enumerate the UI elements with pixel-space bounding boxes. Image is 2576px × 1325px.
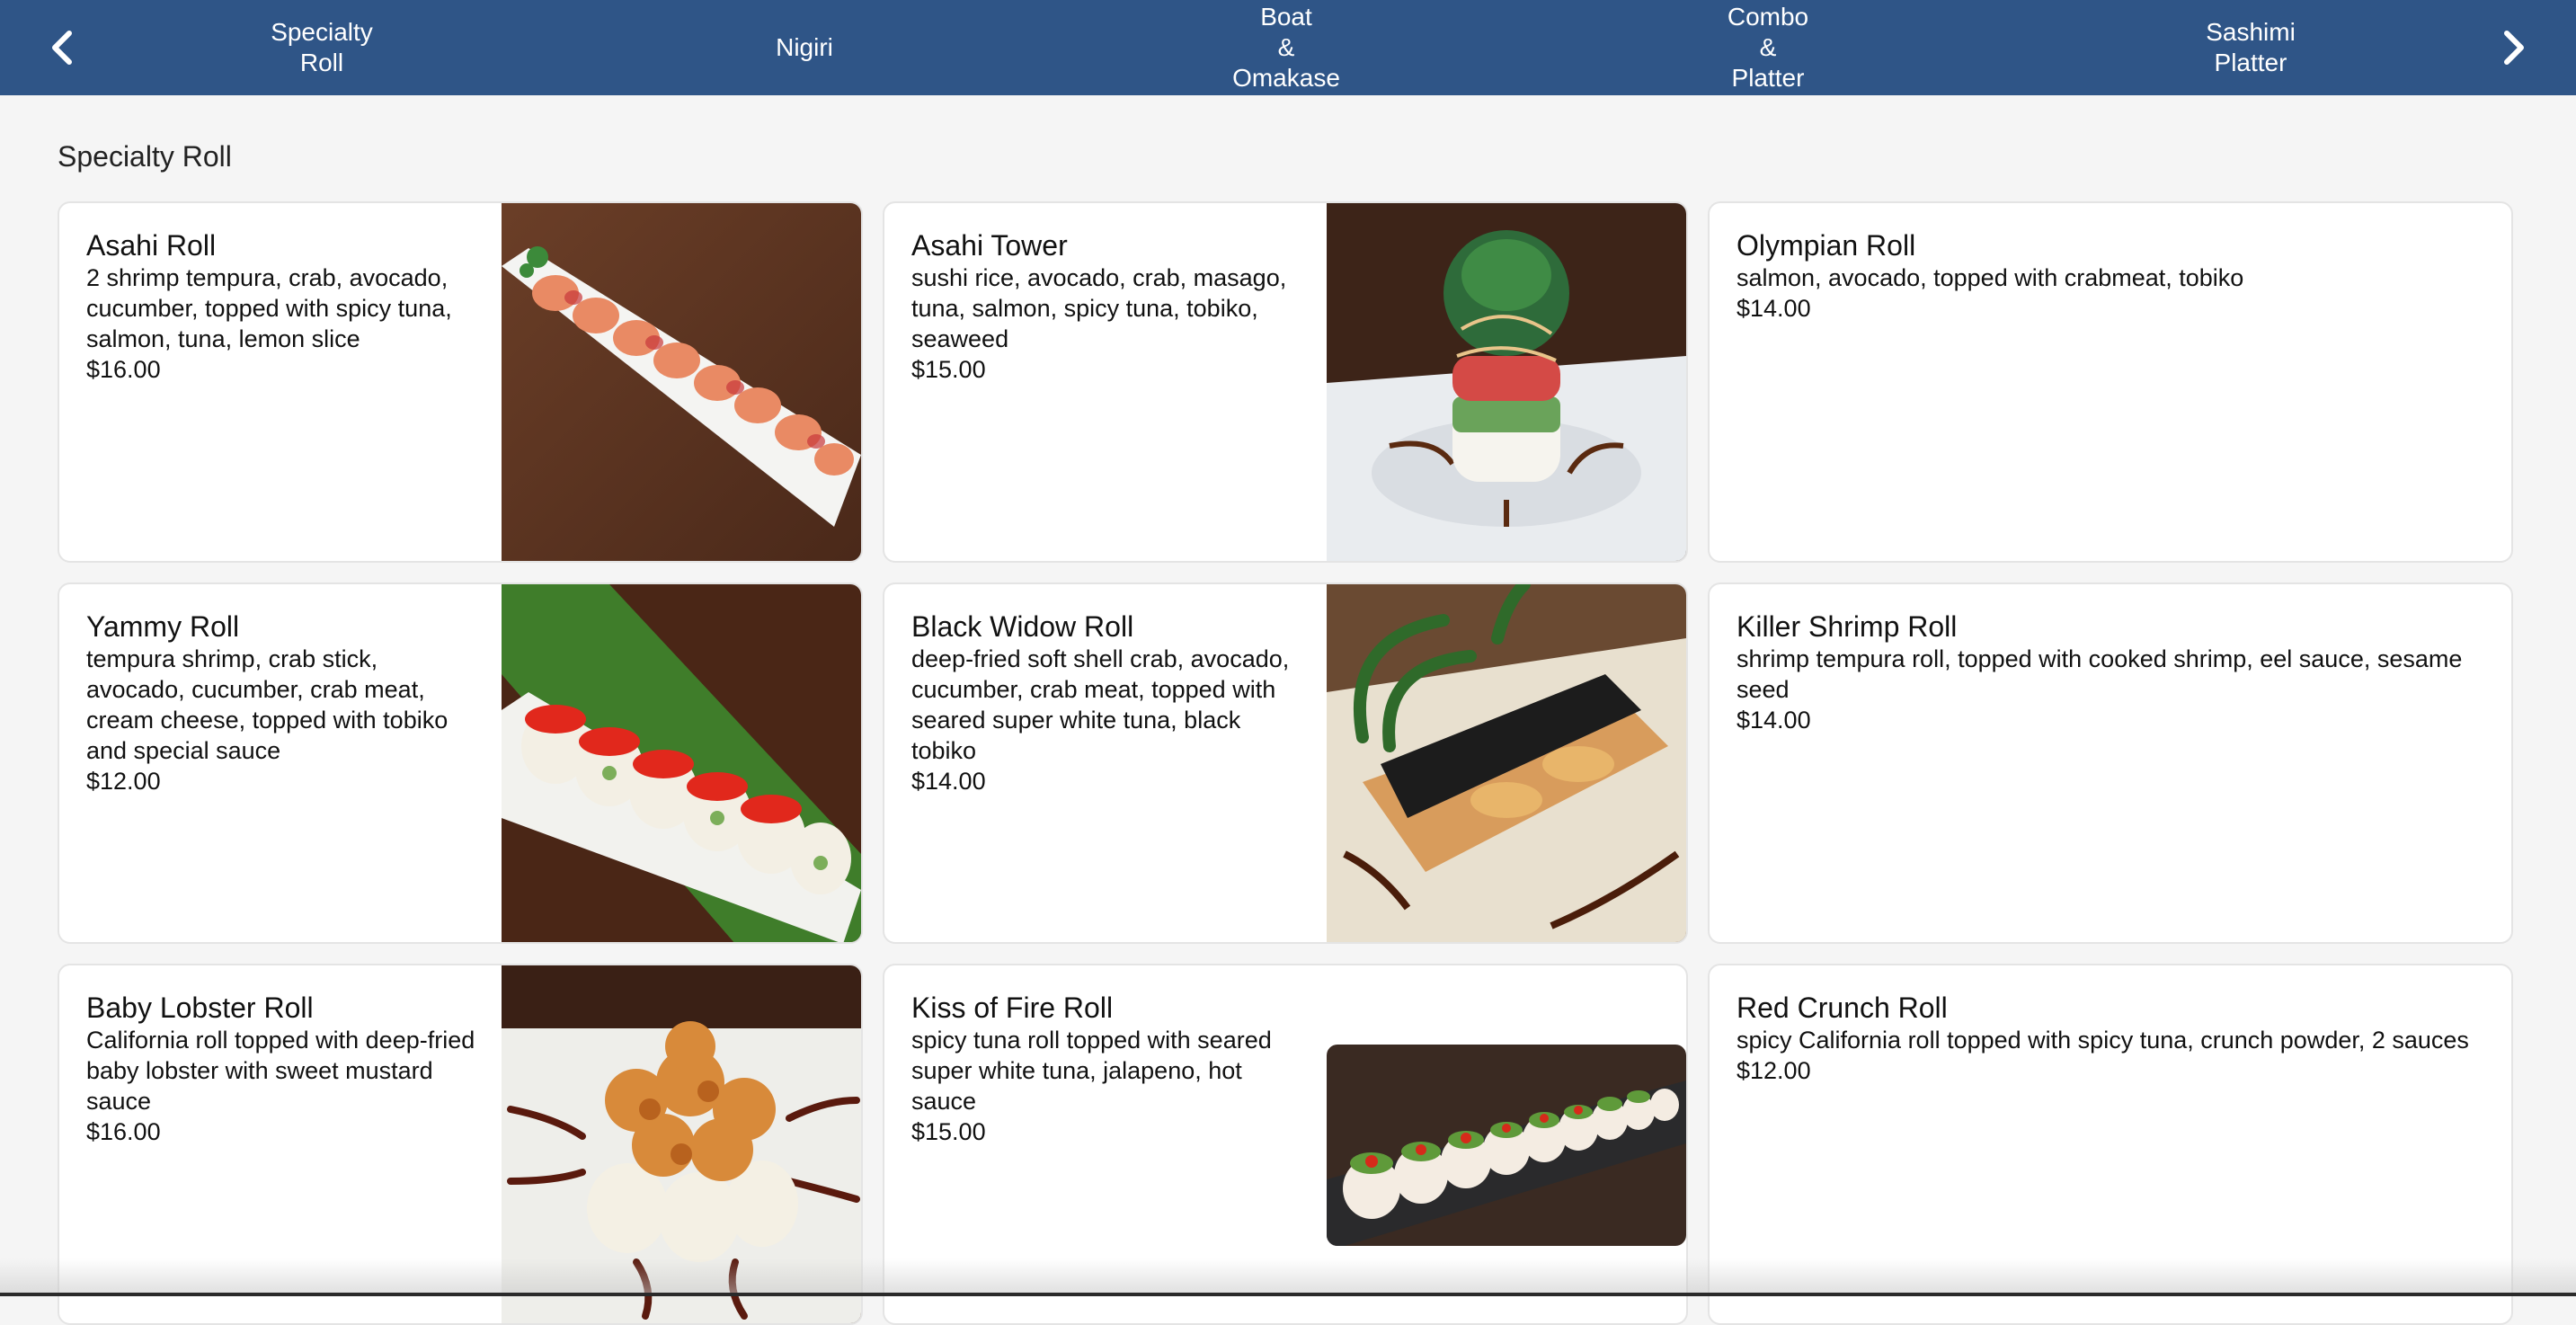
menu-item-card[interactable]: Black Widow Roll deep-fried soft shell c… xyxy=(883,582,1688,944)
chevron-left-icon xyxy=(52,31,72,65)
asahi-roll-photo xyxy=(502,203,861,561)
item-name: Asahi Roll xyxy=(86,229,217,262)
item-description: California roll topped with deep-fried b… xyxy=(86,1027,475,1115)
tab-boat-omakase[interactable]: Boat & Omakase xyxy=(1151,0,1421,95)
item-price: $12.00 xyxy=(1737,1057,1811,1084)
menu-item-card[interactable]: Yammy Roll tempura shrimp, crab stick, a… xyxy=(58,582,863,944)
item-description: spicy California roll topped with spicy … xyxy=(1737,1027,2469,1054)
item-description: shrimp tempura roll, topped with cooked … xyxy=(1737,645,2463,703)
tab-nigiri[interactable]: Nigiri xyxy=(670,0,939,95)
menu-item-card[interactable]: Asahi Tower sushi rice, avocado, crab, m… xyxy=(883,201,1688,563)
yammy-roll-photo xyxy=(502,584,861,942)
menu-item-card[interactable]: Red Crunch Roll spicy California roll to… xyxy=(1708,964,2513,1325)
chevron-right-icon xyxy=(2504,31,2524,65)
item-price: $14.00 xyxy=(911,768,986,795)
section-title: Specialty Roll xyxy=(58,140,232,173)
item-name: Olympian Roll xyxy=(1737,229,1916,262)
category-tabs: Specialty Roll Nigiri Boat & Omakase Com… xyxy=(126,0,2450,95)
item-price: $15.00 xyxy=(911,356,986,383)
nav-next-button[interactable] xyxy=(2450,0,2576,95)
menu-item-card[interactable]: Kiss of Fire Roll spicy tuna roll topped… xyxy=(883,964,1688,1325)
item-description: tempura shrimp, crab stick, avocado, cuc… xyxy=(86,645,449,764)
tab-sashimi-platter[interactable]: Sashimi Platter xyxy=(2116,0,2385,95)
nav-prev-button[interactable] xyxy=(0,0,126,95)
item-description: sushi rice, avocado, crab, masago, tuna,… xyxy=(911,264,1287,352)
item-name: Red Crunch Roll xyxy=(1737,992,1948,1024)
item-price: $15.00 xyxy=(911,1118,986,1145)
menu-item-card[interactable]: Asahi Roll 2 shrimp tempura, crab, avoca… xyxy=(58,201,863,563)
tab-combo-platter[interactable]: Combo & Platter xyxy=(1633,0,1903,95)
item-description: deep-fried soft shell crab, avocado, cuc… xyxy=(911,645,1290,764)
baby-lobster-roll-photo xyxy=(502,965,861,1323)
kiss-of-fire-roll-photo xyxy=(1327,1045,1686,1246)
asahi-tower-photo xyxy=(1327,203,1686,561)
item-name: Asahi Tower xyxy=(911,229,1068,262)
item-name: Black Widow Roll xyxy=(911,610,1134,643)
item-description: 2 shrimp tempura, crab, avocado, cucumbe… xyxy=(86,264,452,352)
item-description: spicy tuna roll topped with seared super… xyxy=(911,1027,1272,1115)
item-name: Killer Shrimp Roll xyxy=(1737,610,1958,643)
item-name: Baby Lobster Roll xyxy=(86,992,314,1024)
item-price: $16.00 xyxy=(86,356,161,383)
black-widow-roll-photo xyxy=(1327,584,1686,942)
item-name: Yammy Roll xyxy=(86,610,240,643)
menu-item-card[interactable]: Killer Shrimp Roll shrimp tempura roll, … xyxy=(1708,582,2513,944)
menu-item-card[interactable]: Baby Lobster Roll California roll topped… xyxy=(58,964,863,1325)
item-price: $14.00 xyxy=(1737,295,1811,322)
item-description: salmon, avocado, topped with crabmeat, t… xyxy=(1737,264,2244,291)
item-price: $16.00 xyxy=(86,1118,161,1145)
bottom-edge xyxy=(0,1293,2576,1296)
menu-item-card[interactable]: Olympian Roll salmon, avocado, topped wi… xyxy=(1708,201,2513,563)
item-price: $14.00 xyxy=(1737,707,1811,734)
item-price: $12.00 xyxy=(86,768,161,795)
tab-specialty-roll[interactable]: Specialty Roll xyxy=(187,0,457,95)
item-name: Kiss of Fire Roll xyxy=(911,992,1114,1024)
category-nav-bar: Specialty Roll Nigiri Boat & Omakase Com… xyxy=(0,0,2576,95)
